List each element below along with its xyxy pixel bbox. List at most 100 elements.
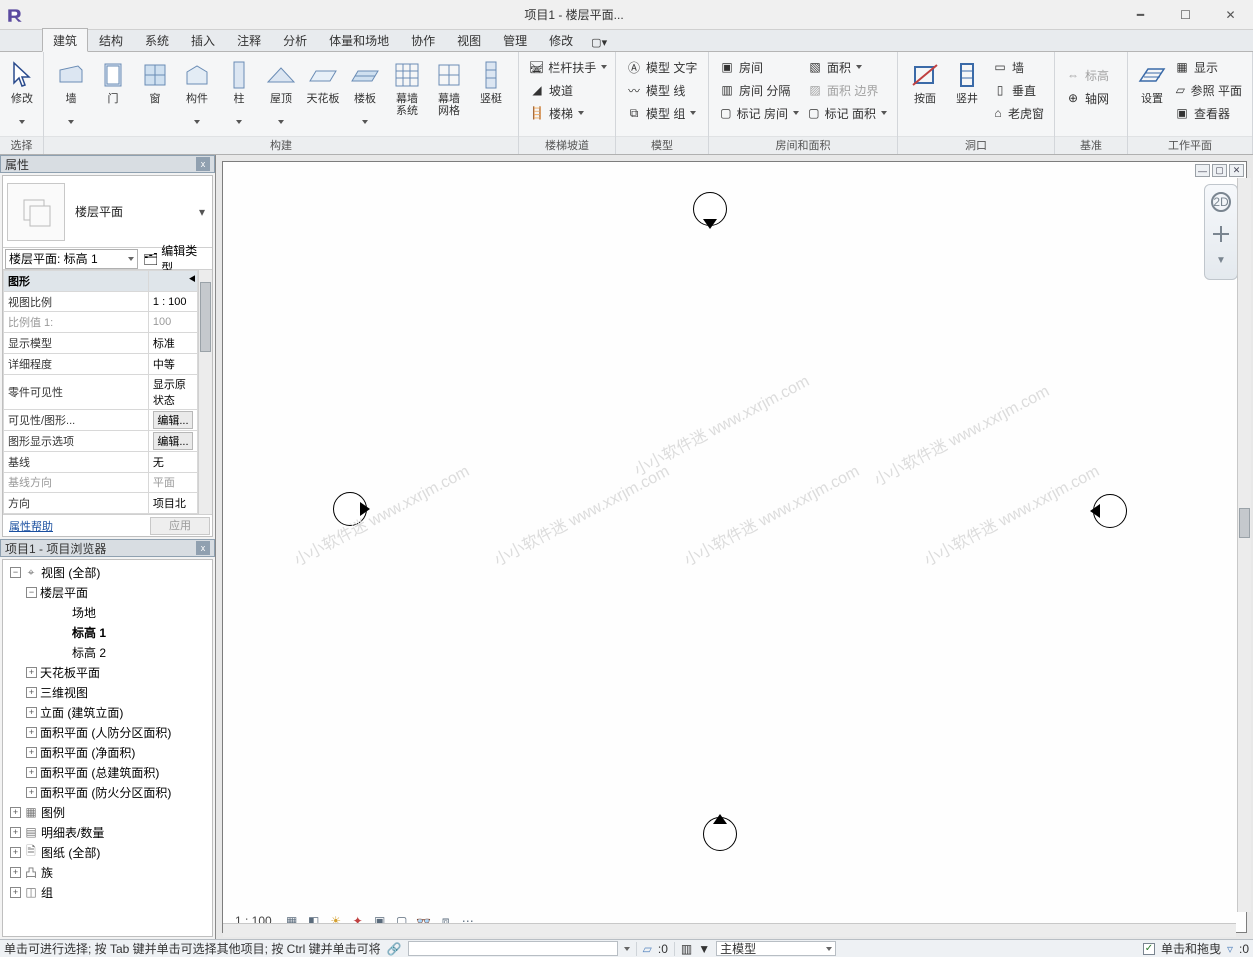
byface-button[interactable]: 按面 — [904, 56, 946, 117]
tree-toggle-icon[interactable]: − — [26, 587, 37, 598]
tree-leaf[interactable]: +◫组 — [3, 882, 212, 902]
status-sel-icon[interactable]: ▱ — [643, 942, 652, 956]
modeltext-button[interactable]: Ⓐ模型 文字 — [622, 56, 702, 78]
tree-toggle-icon[interactable]: + — [26, 747, 37, 758]
tab-modify[interactable]: 修改 — [538, 28, 584, 52]
prop-edit-button[interactable]: 编辑... — [153, 411, 193, 429]
grid-button[interactable]: ⊕轴网 — [1061, 87, 1121, 109]
type-dropdown-icon[interactable]: ▾ — [196, 205, 208, 219]
stair-button[interactable]: 🪜楼梯 — [525, 102, 609, 124]
tree-floorplan-item[interactable]: 标高 2 — [3, 642, 212, 662]
elevation-marker-north[interactable] — [693, 192, 727, 226]
pan-icon[interactable] — [1212, 225, 1230, 243]
tree-leaf[interactable]: +▦图例 — [3, 802, 212, 822]
ramp-button[interactable]: ◢坡道 — [525, 79, 609, 101]
steering-wheel-icon[interactable]: 2D — [1210, 191, 1232, 213]
modify-button[interactable]: 修改 — [6, 56, 38, 124]
door-button[interactable]: 门 — [92, 56, 134, 117]
status-filter-icon[interactable]: ▼ — [698, 942, 710, 956]
apply-button[interactable]: 应用 — [150, 517, 210, 535]
room-button[interactable]: ▣房间 — [715, 56, 803, 78]
tree-toggle-icon[interactable]: + — [26, 707, 37, 718]
curtain-grid-button[interactable]: 幕墙网格 — [428, 56, 470, 117]
set-plane-button[interactable]: 设置 — [1134, 56, 1170, 117]
tree-floorplan-item[interactable]: 标高 1 — [3, 622, 212, 642]
status-search[interactable] — [408, 941, 618, 956]
ceiling-button[interactable]: 天花板 — [302, 56, 344, 117]
nav-dropdown-icon[interactable]: ▼ — [1216, 255, 1226, 266]
tree-toggle-icon[interactable]: + — [26, 667, 37, 678]
prop-edit-button[interactable]: 编辑... — [153, 432, 193, 450]
tab-structure[interactable]: 结构 — [88, 28, 134, 52]
tree-category[interactable]: +立面 (建筑立面) — [3, 702, 212, 722]
ref-plane-button[interactable]: ▱参照 平面 — [1170, 79, 1246, 101]
tab-analyze[interactable]: 分析 — [272, 28, 318, 52]
view-min-icon[interactable]: — — [1195, 164, 1210, 177]
maximize-button[interactable]: ☐ — [1163, 0, 1208, 30]
minimize-button[interactable]: ━ — [1118, 0, 1163, 30]
status-filter2-icon[interactable]: ▿ — [1227, 942, 1233, 956]
prop-group-graphics[interactable]: 图形 — [4, 271, 149, 292]
tree-toggle-icon[interactable]: − — [10, 567, 21, 578]
wall-button[interactable]: 墙 — [50, 56, 92, 124]
prop-value[interactable]: 中等 — [148, 353, 197, 374]
tree-leaf[interactable]: +凸族 — [3, 862, 212, 882]
window-button[interactable]: 窗 — [134, 56, 176, 117]
area-button[interactable]: ▧面积 — [803, 56, 891, 78]
tab-extra[interactable]: ▢▾ — [584, 33, 614, 52]
navigation-bar[interactable]: 2D ▼ — [1204, 184, 1238, 280]
properties-scrollbar[interactable] — [198, 270, 212, 514]
close-button[interactable]: ✕ — [1208, 0, 1253, 30]
view-max-icon[interactable]: ▢ — [1212, 164, 1227, 177]
prop-value[interactable]: 项目北 — [148, 493, 197, 514]
tree-category[interactable]: +面积平面 (人防分区面积) — [3, 722, 212, 742]
tab-view[interactable]: 视图 — [446, 28, 492, 52]
browser-header[interactable]: 项目1 - 项目浏览器x — [0, 539, 215, 557]
tree-toggle-icon[interactable]: + — [10, 807, 21, 818]
drag-checkbox[interactable] — [1143, 943, 1155, 955]
tree-toggle-icon[interactable]: + — [10, 827, 21, 838]
properties-header[interactable]: 属性x — [0, 155, 215, 173]
tree-toggle-icon[interactable]: + — [10, 867, 21, 878]
tab-annotate[interactable]: 注释 — [226, 28, 272, 52]
canvas-scroll-h[interactable] — [223, 923, 1236, 937]
app-icon[interactable] — [0, 0, 30, 30]
modelgroup-button[interactable]: ⧉模型 组 — [622, 102, 702, 124]
prop-value[interactable]: 100 — [148, 312, 197, 333]
tree-toggle-icon[interactable]: + — [10, 887, 21, 898]
view-close-icon[interactable]: ✕ — [1229, 164, 1244, 177]
tree-category[interactable]: +三维视图 — [3, 682, 212, 702]
railing-button[interactable]: 🛤栏杆扶手 — [525, 56, 609, 78]
tree-toggle-icon[interactable]: + — [10, 847, 21, 858]
column-button[interactable]: 柱 — [218, 56, 260, 124]
tree-toggle-icon[interactable]: + — [26, 767, 37, 778]
tab-systems[interactable]: 系统 — [134, 28, 180, 52]
type-selector[interactable]: 楼层平面 ▾ — [3, 176, 212, 248]
prop-value[interactable]: 标准 — [148, 333, 197, 354]
prop-value[interactable]: 编辑... — [148, 410, 197, 431]
canvas-scroll-v[interactable] — [1237, 178, 1251, 912]
prop-value[interactable]: 无 — [148, 451, 197, 472]
vert-open-button[interactable]: ▯垂直 — [988, 79, 1048, 101]
tab-manage[interactable]: 管理 — [492, 28, 538, 52]
mullion-button[interactable]: 竖梃 — [470, 56, 512, 117]
tree-category[interactable]: +面积平面 (总建筑面积) — [3, 762, 212, 782]
modelline-button[interactable]: 〰模型 线 — [622, 79, 702, 101]
properties-help-link[interactable]: 属性帮助 — [5, 518, 150, 534]
tree-category[interactable]: +天花板平面 — [3, 662, 212, 682]
curtain-system-button[interactable]: 幕墙系统 — [386, 56, 428, 117]
roomsep-button[interactable]: ▥房间 分隔 — [715, 79, 803, 101]
prop-value[interactable]: 编辑... — [148, 431, 197, 452]
component-button[interactable]: 构件 — [176, 56, 218, 124]
dormer-button[interactable]: ⌂老虎窗 — [988, 102, 1048, 124]
level-button[interactable]: ⇔标高 — [1061, 64, 1121, 86]
close-browser-icon[interactable]: x — [196, 541, 210, 555]
tree-toggle-icon[interactable]: + — [26, 727, 37, 738]
tree-leaf[interactable]: +▤明细表/数量 — [3, 822, 212, 842]
tab-collaborate[interactable]: 协作 — [400, 28, 446, 52]
roof-button[interactable]: 屋顶 — [260, 56, 302, 124]
elevation-marker-west[interactable] — [333, 492, 367, 526]
tree-leaf[interactable]: +🗎图纸 (全部) — [3, 842, 212, 862]
tree-category[interactable]: +面积平面 (防火分区面积) — [3, 782, 212, 802]
viewer-button[interactable]: ▣查看器 — [1170, 102, 1246, 124]
